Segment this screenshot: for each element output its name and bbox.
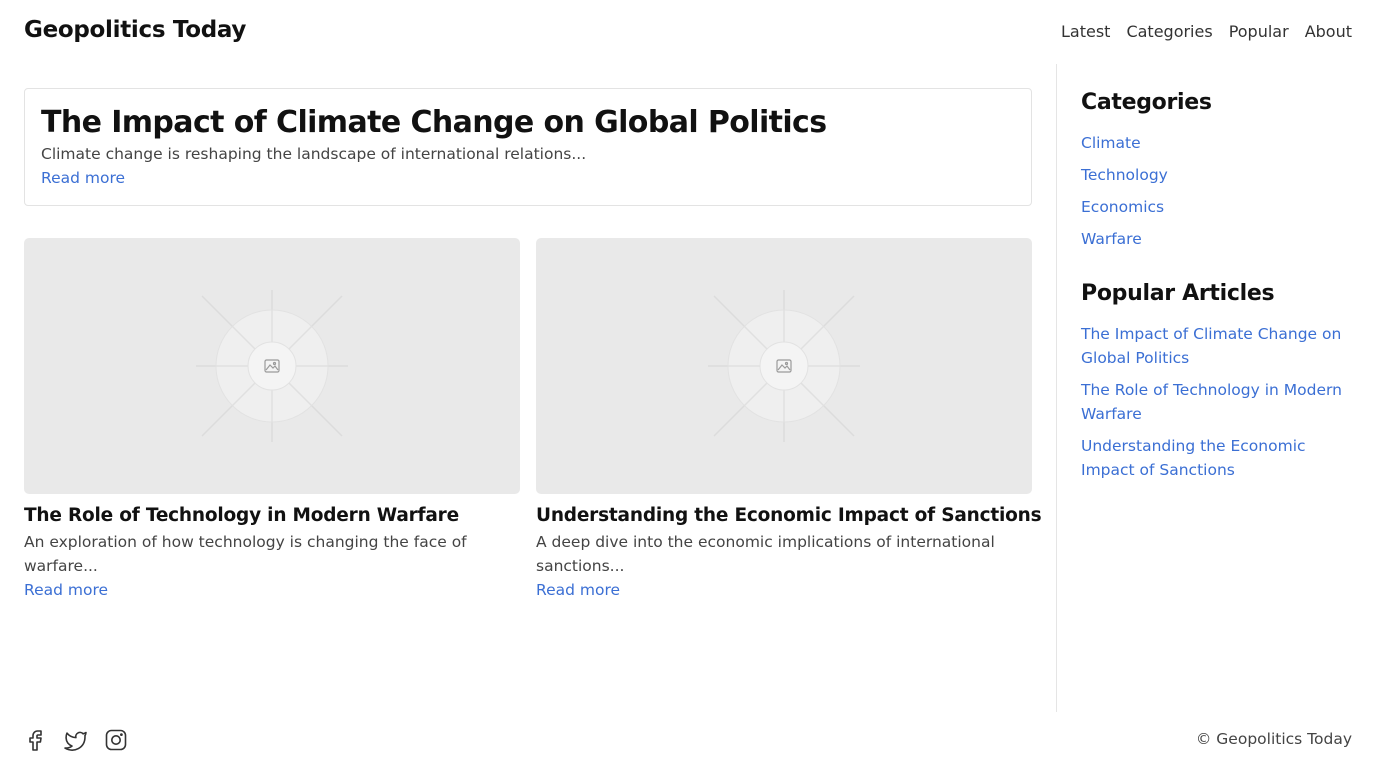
main-content: The Impact of Climate Change on Global P…: [24, 88, 1042, 599]
site-header: Geopolitics Today Latest Categories Popu…: [0, 0, 1376, 64]
site-footer: © Geopolitics Today: [0, 712, 1376, 768]
article-card: The Role of Technology in Modern Warfare…: [24, 238, 520, 602]
article-read-more-link[interactable]: Read more: [24, 578, 108, 602]
sidebar: Categories Climate Technology Economics …: [1056, 64, 1376, 712]
copyright-notice: © Geopolitics Today: [1195, 730, 1352, 748]
featured-read-more-link[interactable]: Read more: [41, 166, 125, 190]
nav-popular[interactable]: Popular: [1229, 22, 1289, 41]
category-link-economics[interactable]: Economics: [1081, 195, 1352, 219]
categories-heading: Categories: [1081, 90, 1212, 115]
popular-article-link[interactable]: Understanding the Economic Impact of San…: [1081, 434, 1352, 482]
popular-articles-heading: Popular Articles: [1081, 281, 1275, 306]
category-list: Climate Technology Economics Warfare: [1081, 131, 1352, 251]
image-placeholder-icon: [708, 290, 860, 442]
featured-title[interactable]: The Impact of Climate Change on Global P…: [41, 104, 1015, 142]
article-grid: The Role of Technology in Modern Warfare…: [24, 238, 1042, 602]
popular-article-link[interactable]: The Impact of Climate Change on Global P…: [1081, 322, 1352, 370]
article-read-more-link[interactable]: Read more: [536, 578, 620, 602]
featured-excerpt: Climate change is reshaping the landscap…: [41, 145, 587, 163]
nav-about[interactable]: About: [1305, 22, 1352, 41]
main-nav: Latest Categories Popular About: [1061, 22, 1352, 41]
article-title[interactable]: The Role of Technology in Modern Warfare: [24, 504, 520, 528]
category-link-climate[interactable]: Climate: [1081, 131, 1352, 155]
featured-article: The Impact of Climate Change on Global P…: [24, 88, 1032, 206]
category-link-technology[interactable]: Technology: [1081, 163, 1352, 187]
article-image[interactable]: [536, 238, 1032, 494]
social-links: [24, 728, 128, 752]
nav-latest[interactable]: Latest: [1061, 22, 1110, 41]
image-placeholder-icon: [196, 290, 348, 442]
article-excerpt: A deep dive into the economic implicatio…: [536, 533, 995, 575]
site-title[interactable]: Geopolitics Today: [24, 17, 246, 43]
instagram-icon[interactable]: [104, 728, 128, 752]
article-image[interactable]: [24, 238, 520, 494]
twitter-icon[interactable]: [64, 728, 88, 752]
article-card: Understanding the Economic Impact of San…: [536, 238, 1042, 602]
category-link-warfare[interactable]: Warfare: [1081, 227, 1352, 251]
popular-article-link[interactable]: The Role of Technology in Modern Warfare: [1081, 378, 1352, 426]
article-title[interactable]: Understanding the Economic Impact of San…: [536, 504, 1042, 528]
nav-categories[interactable]: Categories: [1126, 22, 1212, 41]
facebook-icon[interactable]: [24, 728, 48, 752]
popular-articles-list: The Impact of Climate Change on Global P…: [1081, 322, 1352, 482]
article-excerpt: An exploration of how technology is chan…: [24, 533, 467, 575]
